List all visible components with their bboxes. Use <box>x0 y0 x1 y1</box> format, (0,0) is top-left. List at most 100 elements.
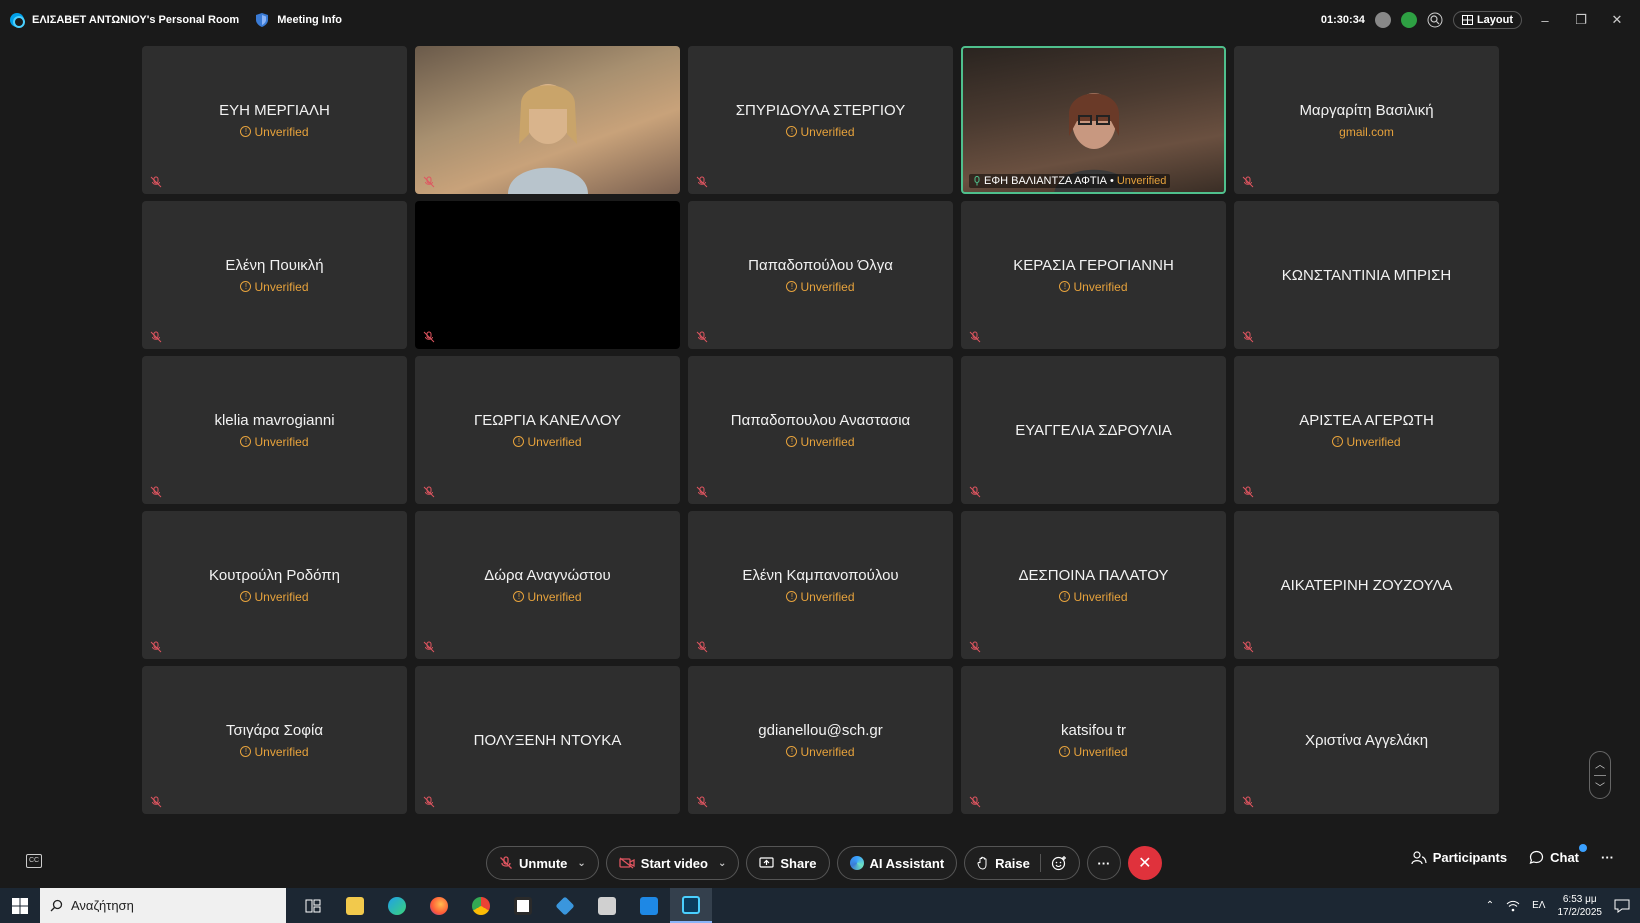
status-text: Unverified <box>254 279 309 294</box>
controls-right: Participants Chat ··· <box>1411 844 1614 865</box>
overflow-menu-button[interactable]: ··· <box>1601 850 1614 865</box>
chat-button[interactable]: Chat <box>1529 844 1587 865</box>
start-button[interactable] <box>0 888 40 923</box>
verification-status: ! Unverified <box>513 590 582 604</box>
participant-tile[interactable]: ΕΥΑΓΓΕΛΙΑ ΣΔΡΟΥΛΙΑ <box>961 356 1226 504</box>
file-explorer-button[interactable] <box>334 888 376 923</box>
shield-icon[interactable] <box>255 12 269 28</box>
close-window-button[interactable]: ✕ <box>1604 12 1630 28</box>
status-text: Unverified <box>254 434 309 449</box>
participant-tile[interactable]: katsifou tr ! Unverified <box>961 666 1226 814</box>
status-text: Unverified <box>800 589 855 604</box>
warning-icon: ! <box>786 591 798 602</box>
participant-tile[interactable]: ΚΩΝΣΤΑΝΤΙΝΙΑ ΜΠΡΙΣΗ <box>1234 201 1499 349</box>
participant-tile[interactable]: ΣΠΥΡΙΔΟΥΛΑ ΣΤΕΡΓΙΟΥ ! Unverified <box>688 46 953 194</box>
zoom-icon[interactable] <box>1427 12 1443 28</box>
muted-mic-icon <box>696 796 708 808</box>
muted-mic-icon <box>423 331 435 343</box>
participant-name: katsifou tr <box>1060 721 1127 739</box>
participant-tile[interactable]: ΓΕΩΡΓΙΑ ΚΑΝΕΛΛΟΥ ! Unverified <box>415 356 680 504</box>
taskbar-search[interactable]: Αναζήτηση <box>40 888 286 923</box>
layout-button[interactable]: Layout <box>1452 11 1522 29</box>
video-off-icon <box>619 857 635 869</box>
app-button[interactable] <box>628 888 670 923</box>
hand-icon <box>977 856 987 870</box>
clock-date: 17/2/2025 <box>1557 906 1603 918</box>
participant-tile[interactable]: ΑΙΚΑΤΕΡΙΝΗ ΖΟΥΖΟΥΛΑ <box>1234 511 1499 659</box>
participant-tile[interactable]: ΚΕΡΑΣΙΑ ΓΕΡΟΓΙΑΝΝΗ ! Unverified <box>961 201 1226 349</box>
meeting-info-link[interactable]: Meeting Info <box>277 14 342 26</box>
network-health-icon[interactable] <box>1400 12 1417 28</box>
participant-tile[interactable]: klelia mavrogianni ! Unverified <box>142 356 407 504</box>
chevron-up-icon[interactable]: ⌃ <box>1486 900 1494 911</box>
participant-tile[interactable]: Παπαδοπούλου Όλγα ! Unverified <box>688 201 953 349</box>
recording-icon[interactable] <box>1374 12 1391 28</box>
restore-button[interactable]: ❐ <box>1568 12 1594 28</box>
status-text: Unverified <box>254 124 309 139</box>
active-speaker-tile[interactable]: ΕΦΗ ΒΑΛΙΑΝΤΖΑ ΑΦΤΙΑ • Unverified <box>961 46 1226 194</box>
participant-tile[interactable]: Ελένη Καμπανοπούλου ! Unverified <box>688 511 953 659</box>
participant-name: ΚΩΝΣΤΑΝΤΙΝΙΑ ΜΠΡΙΣΗ <box>1281 266 1452 284</box>
task-view-button[interactable] <box>292 888 334 923</box>
chrome-button[interactable] <box>460 888 502 923</box>
reactions-icon[interactable] <box>1051 855 1067 871</box>
muted-mic-icon <box>150 486 162 498</box>
status-text: Unverified <box>1073 589 1128 604</box>
taskbar-clock[interactable]: 6:53 μμ 17/2/2025 <box>1558 893 1603 919</box>
participant-tile[interactable]: Χριστίνα Αγγελάκη <box>1234 666 1499 814</box>
warning-icon: ! <box>513 436 525 447</box>
participant-name: ΠΟΛΥΞΕΝΗ ΝΤΟΥΚΑ <box>473 731 622 749</box>
start-video-button[interactable]: Start video ⌄ <box>605 846 740 880</box>
chevron-down-icon[interactable]: ﹀ <box>1595 779 1605 794</box>
edge-icon <box>388 896 406 915</box>
muted-mic-icon <box>500 856 512 869</box>
remote-desktop-button[interactable] <box>586 888 628 923</box>
meeting-controls: CC Unmute ⌄ Start video ⌄ Share AI Assis… <box>0 840 1640 884</box>
participant-tile[interactable]: Κουτρούλη Ροδόπη ! Unverified <box>142 511 407 659</box>
grid-page-scroller[interactable]: ︿ ﹀ <box>1589 751 1611 799</box>
warning-icon: ! <box>240 436 252 447</box>
minimize-button[interactable]: – <box>1532 13 1558 28</box>
input-language[interactable]: ΕΛ <box>1532 900 1545 911</box>
participant-tile[interactable]: ΔΕΣΠΟΙΝΑ ΠΑΛΑΤΟΥ ! Unverified <box>961 511 1226 659</box>
webex-taskbar-button[interactable] <box>670 888 712 923</box>
participant-tile[interactable]: Μαργαρίτη Βασιλική gmail.com <box>1234 46 1499 194</box>
participant-video-feed <box>507 84 588 194</box>
warning-icon: ! <box>1059 746 1071 757</box>
participant-tile[interactable]: ΕΥΗ ΜΕΡΓΙΑΛΗ ! Unverified <box>142 46 407 194</box>
share-button[interactable]: Share <box>746 846 830 880</box>
captions-icon[interactable]: CC <box>26 854 42 868</box>
edge-button[interactable] <box>376 888 418 923</box>
participant-tile[interactable]: Δώρα Αναγνώστου ! Unverified <box>415 511 680 659</box>
participant-tile[interactable]: Παπαδοπουλου Αναστασια ! Unverified <box>688 356 953 504</box>
warning-icon: ! <box>1059 281 1071 292</box>
participant-tile[interactable]: Ελένη Πουικλή ! Unverified <box>142 201 407 349</box>
participants-button[interactable]: Participants <box>1411 850 1507 865</box>
wifi-icon[interactable] <box>1506 900 1520 912</box>
notifications-icon[interactable] <box>1614 899 1630 913</box>
participant-name: ΑΙΚΑΤΕΡΙΝΗ ΖΟΥΖΟΥΛΑ <box>1280 576 1453 594</box>
leave-meeting-button[interactable]: ✕ <box>1127 846 1162 880</box>
vscode-button[interactable] <box>544 888 586 923</box>
participant-video-tile[interactable] <box>415 46 680 194</box>
taskbar-apps <box>292 888 712 923</box>
participant-tile[interactable]: Τσιγάρα Σοφία ! Unverified <box>142 666 407 814</box>
muted-mic-icon <box>150 331 162 343</box>
participant-tile[interactable]: gdianellou@sch.gr ! Unverified <box>688 666 953 814</box>
participant-tile[interactable]: ΠΟΛΥΞΕΝΗ ΝΤΟΥΚΑ <box>415 666 680 814</box>
ai-assistant-button[interactable]: AI Assistant <box>836 846 958 880</box>
participant-video-tile[interactable] <box>415 201 680 349</box>
chevron-up-icon[interactable]: ︿ <box>1595 756 1605 771</box>
controls-center: Unmute ⌄ Start video ⌄ Share AI Assistan… <box>486 846 1162 880</box>
room-title: ΕΛΙΣΑΒΕΤ ΑΝΤΩΝΙΟΥ's Personal Room <box>32 14 240 26</box>
store-button[interactable] <box>502 888 544 923</box>
layout-grid-icon <box>1461 15 1473 25</box>
participant-tile[interactable]: ΑΡΙΣΤΕΑ ΑΓΕΡΩΤΗ ! Unverified <box>1234 356 1499 504</box>
chevron-down-icon[interactable]: ⌄ <box>577 858 585 869</box>
more-options-button[interactable]: ··· <box>1086 846 1121 880</box>
firefox-button[interactable] <box>418 888 460 923</box>
chevron-down-icon[interactable]: ⌄ <box>718 858 726 869</box>
unmute-button[interactable]: Unmute ⌄ <box>486 846 599 880</box>
raise-hand-button[interactable]: Raise <box>964 846 1080 880</box>
task-view-icon <box>305 899 321 912</box>
